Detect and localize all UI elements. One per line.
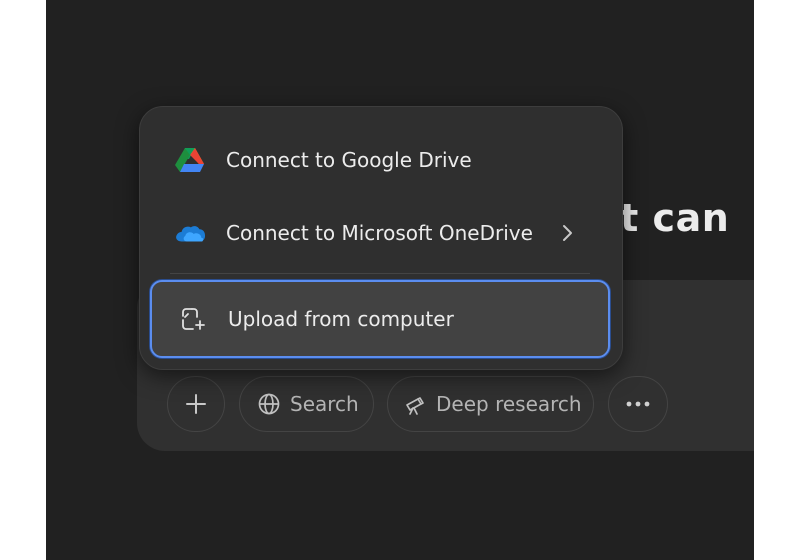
onedrive-icon xyxy=(174,217,206,249)
menu-item-upload-from-computer[interactable]: Upload from computer xyxy=(150,280,610,358)
attach-menu: Connect to Google Drive Connect to Micro… xyxy=(139,106,623,370)
menu-item-label: Connect to Google Drive xyxy=(226,148,472,172)
chevron-right-icon xyxy=(561,224,573,242)
menu-divider xyxy=(170,273,590,274)
deep-research-button[interactable]: Deep research xyxy=(387,376,594,432)
globe-icon xyxy=(256,391,282,417)
plus-icon xyxy=(184,392,208,416)
telescope-icon xyxy=(402,391,428,417)
upload-file-icon xyxy=(176,303,208,335)
deep-research-label: Deep research xyxy=(436,392,582,416)
search-button[interactable]: Search xyxy=(239,376,374,432)
menu-item-onedrive[interactable]: Connect to Microsoft OneDrive xyxy=(150,206,610,260)
menu-item-label: Upload from computer xyxy=(228,307,454,331)
add-button[interactable] xyxy=(167,376,225,432)
more-options-button[interactable] xyxy=(608,376,668,432)
google-drive-icon xyxy=(174,144,206,176)
ellipsis-icon xyxy=(625,400,651,408)
menu-item-label: Connect to Microsoft OneDrive xyxy=(226,221,533,245)
app-window: at can Search Deep research Connect to G… xyxy=(46,0,754,560)
search-label: Search xyxy=(290,392,359,416)
menu-item-google-drive[interactable]: Connect to Google Drive xyxy=(150,133,610,187)
